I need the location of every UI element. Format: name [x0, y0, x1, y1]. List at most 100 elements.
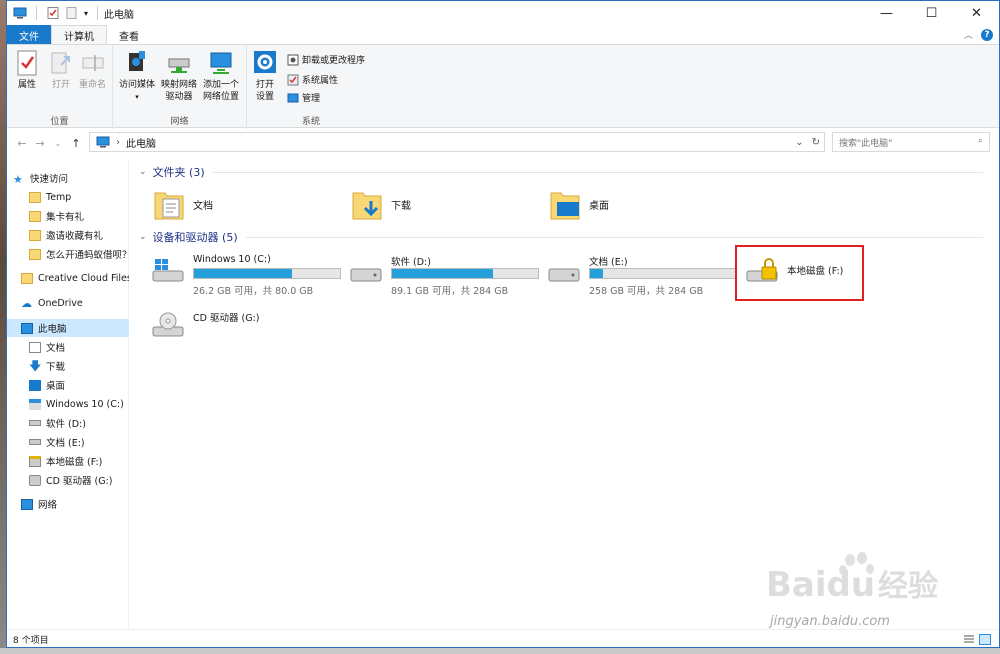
recent-locations-button[interactable]: ⌄: [49, 139, 67, 148]
add-network-location-button[interactable]: 添加一个 网络位置: [203, 49, 239, 103]
usage-fill: [590, 269, 604, 278]
nav-drive-c[interactable]: Windows 10 (C:): [7, 395, 129, 413]
nav-drive-d[interactable]: 软件 (D:): [7, 414, 129, 432]
separator: [36, 6, 37, 20]
gear-icon: [254, 51, 276, 73]
svg-text:Baidu: Baidu: [766, 565, 875, 605]
collapse-chevron-icon[interactable]: ⌄: [139, 232, 147, 242]
rename-icon: [82, 55, 103, 71]
uninstall-icon: [287, 54, 299, 65]
refresh-icon[interactable]: ↻: [812, 137, 820, 148]
details-view-icon[interactable]: [963, 634, 975, 645]
usage-fill: [392, 269, 493, 278]
nav-creative-cloud[interactable]: Creative Cloud Files: [7, 269, 129, 287]
rename-button[interactable]: 重命名: [79, 49, 106, 91]
drive-e[interactable]: 文档 (E:) 258 GB 可用，共 284 GB: [537, 247, 737, 297]
close-button[interactable]: ✕: [954, 1, 999, 25]
nav-documents[interactable]: 文档: [7, 338, 129, 356]
windows-drive-icon: [29, 398, 41, 410]
address-dropdown-icon[interactable]: ⌄: [795, 137, 803, 148]
group-label: 位置: [50, 117, 69, 127]
properties-button[interactable]: 属性: [15, 49, 39, 91]
location-group: 属性 打开 重命名 位置: [7, 45, 113, 129]
open-settings-button[interactable]: 打开 设置: [253, 49, 277, 103]
breadcrumb[interactable]: 此电脑: [126, 135, 156, 150]
minimize-button[interactable]: —: [864, 1, 909, 25]
network-location-icon: [210, 52, 232, 74]
folder-icon: [29, 229, 41, 241]
folder-desktop[interactable]: 桌面: [549, 187, 609, 221]
new-folder-icon[interactable]: [65, 7, 79, 19]
large-icons-view-icon[interactable]: [979, 634, 991, 645]
nav-onedrive[interactable]: ☁ OneDrive: [7, 294, 129, 312]
address-bar[interactable]: › 此电脑 ⌄ ↻: [89, 132, 825, 152]
nav-quick-access[interactable]: ★ 快速访问: [7, 169, 129, 187]
nav-item-folder[interactable]: 集卡有礼: [7, 207, 129, 225]
system-properties-button[interactable]: 系统属性: [287, 73, 338, 86]
navigation-pane: ★ 快速访问 Temp 集卡有礼 邀请收藏有礼 怎么开通蚂蚁借呗？ Creativ…: [7, 161, 129, 629]
address-controls: ⌄ ↻: [795, 137, 820, 148]
nav-item-folder[interactable]: 怎么开通蚂蚁借呗？: [7, 245, 129, 263]
status-bar: 8 个项目: [7, 629, 999, 649]
forward-button[interactable]: →: [31, 137, 49, 150]
free-space-text: 26.2 GB 可用，共 80.0 GB: [193, 286, 314, 297]
up-button[interactable]: ↑: [67, 137, 85, 150]
breadcrumb-separator[interactable]: ›: [116, 137, 120, 148]
usage-fill: [194, 269, 292, 278]
back-button[interactable]: ←: [13, 137, 31, 150]
access-media-button[interactable]: 访问媒体 ▾: [119, 49, 155, 103]
drive-c[interactable]: Windows 10 (C:) 26.2 GB 可用，共 80.0 GB: [141, 247, 341, 297]
search-icon: ⌕: [977, 136, 983, 146]
nav-network[interactable]: 网络: [7, 495, 129, 513]
computer-icon: [13, 7, 27, 19]
manage-icon: [287, 93, 299, 102]
nav-downloads[interactable]: 🡇 下载: [7, 357, 129, 375]
manage-button[interactable]: 管理: [287, 91, 320, 104]
usage-bar: [589, 268, 737, 279]
baidu-watermark-url: jingyan.baidu.com: [770, 614, 890, 629]
windows-drive-icon: [152, 259, 184, 282]
folder-downloads[interactable]: 下载: [351, 187, 411, 221]
desktop-folder-icon: [550, 192, 580, 220]
nav-item-temp[interactable]: Temp: [7, 188, 129, 206]
nav-drive-f[interactable]: 本地磁盘 (F:): [7, 452, 129, 470]
open-button[interactable]: 打开: [49, 49, 73, 91]
drive-label: Windows 10 (C:): [193, 254, 271, 265]
drive-d[interactable]: 软件 (D:) 89.1 GB 可用，共 284 GB: [339, 247, 539, 297]
tab-view[interactable]: 查看: [107, 25, 151, 45]
separator: [97, 6, 99, 20]
nav-item-folder[interactable]: 邀请收藏有礼: [7, 226, 129, 244]
drives-section-header[interactable]: ⌄ 设备和驱动器 (5): [133, 229, 995, 245]
cd-drive-icon: [29, 474, 41, 486]
usage-bar: [391, 268, 539, 279]
desktop-icon: [29, 379, 41, 391]
help-icon[interactable]: ?: [981, 28, 993, 41]
drive-g[interactable]: CD 驱动器 (G:): [141, 301, 341, 351]
ribbon-controls: ︿ ?: [964, 28, 993, 41]
folders-section-header[interactable]: ⌄ 文件夹 (3): [133, 164, 995, 180]
maximize-button[interactable]: ☐: [909, 1, 954, 25]
folder-documents[interactable]: 文档: [153, 187, 213, 221]
collapse-ribbon-icon[interactable]: ︿: [964, 28, 973, 41]
collapse-chevron-icon[interactable]: ⌄: [139, 167, 147, 177]
document-icon: [29, 341, 41, 353]
nav-desktop[interactable]: 桌面: [7, 376, 129, 394]
properties-icon: [17, 50, 37, 76]
customize-qat-icon[interactable]: ▾: [84, 9, 88, 18]
media-icon: [129, 51, 145, 71]
nav-drive-e[interactable]: 文档 (E:): [7, 433, 129, 451]
explorer-window: ▾ 此电脑 — ☐ ✕ 文件 计算机 查看 ︿ ? 属性 打开 重命名 位置 访…: [6, 0, 1000, 648]
nav-this-pc[interactable]: 此电脑: [7, 319, 129, 337]
network-drive-icon: [168, 58, 190, 73]
ribbon: 属性 打开 重命名 位置 访问媒体 ▾ 映射网络 驱动器 添加一个 网络位置 网…: [7, 44, 999, 129]
properties-icon[interactable]: [46, 7, 60, 19]
window-controls: — ☐ ✕: [864, 1, 999, 25]
search-input[interactable]: 搜索"此电脑" ⌕: [832, 132, 990, 152]
uninstall-program-button[interactable]: 卸载或更改程序: [287, 53, 365, 66]
open-icon: [51, 52, 70, 74]
map-network-drive-button[interactable]: 映射网络 驱动器: [161, 49, 197, 103]
tab-file[interactable]: 文件: [7, 25, 51, 45]
svg-text:经验: 经验: [878, 569, 938, 604]
nav-drive-g[interactable]: CD 驱动器 (G:): [7, 471, 129, 489]
tab-computer[interactable]: 计算机: [51, 25, 107, 45]
